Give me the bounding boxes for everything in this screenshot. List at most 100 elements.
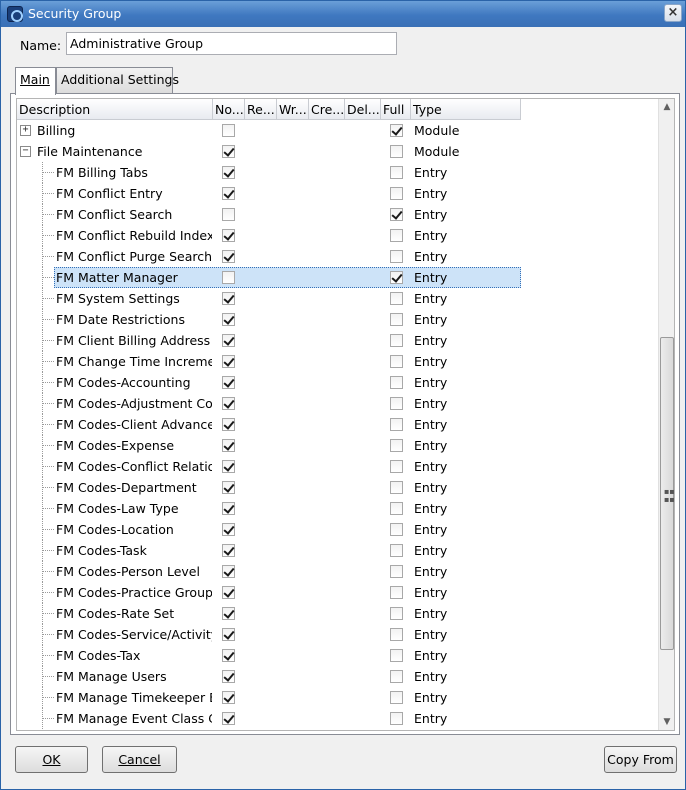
table-row[interactable]: FM Codes-Expense Entry <box>17 435 660 456</box>
close-icon[interactable]: × <box>664 4 682 22</box>
col-write-header[interactable]: Wr... <box>277 99 309 120</box>
full-access-checkbox[interactable] <box>390 691 403 704</box>
no-access-checkbox[interactable] <box>222 208 235 221</box>
full-access-checkbox[interactable] <box>390 565 403 578</box>
table-row[interactable]: FM Conflict Search Entry <box>17 204 660 225</box>
tab-additional-settings[interactable]: Additional Settings <box>56 67 179 93</box>
full-access-checkbox[interactable] <box>390 670 403 683</box>
no-access-checkbox[interactable] <box>222 418 235 431</box>
table-row[interactable]: + Billing Module <box>17 120 660 141</box>
full-access-checkbox[interactable] <box>390 502 403 515</box>
table-row[interactable]: FM Conflict Purge Search History Entry <box>17 246 660 267</box>
full-access-checkbox[interactable] <box>390 628 403 641</box>
table-row[interactable]: FM Codes-Task Entry <box>17 540 660 561</box>
vertical-scrollbar[interactable]: ▲ ▪▪ ▪▪ ▼ <box>658 99 674 730</box>
table-row[interactable]: FM Change Time Increment Entry <box>17 351 660 372</box>
no-access-checkbox[interactable] <box>222 544 235 557</box>
no-access-checkbox[interactable] <box>222 250 235 263</box>
no-access-checkbox[interactable] <box>222 628 235 641</box>
full-access-checkbox[interactable] <box>390 586 403 599</box>
col-create-header[interactable]: Cre... <box>309 99 345 120</box>
no-access-checkbox[interactable] <box>222 355 235 368</box>
no-access-checkbox[interactable] <box>222 292 235 305</box>
full-access-checkbox[interactable] <box>390 166 403 179</box>
full-access-checkbox[interactable] <box>390 250 403 263</box>
copy-from-button[interactable]: Copy From <box>604 746 677 773</box>
full-access-checkbox[interactable] <box>390 544 403 557</box>
no-access-checkbox[interactable] <box>222 124 235 137</box>
table-row[interactable]: FM Codes-Client Advance Entry <box>17 414 660 435</box>
full-access-checkbox[interactable] <box>390 523 403 536</box>
table-row[interactable]: FM Conflict Rebuild Index Entry <box>17 225 660 246</box>
table-row[interactable]: FM Manage Event Class Codes Entry <box>17 708 660 729</box>
tab-main[interactable]: Main <box>15 67 56 95</box>
table-row[interactable]: FM Codes-Adjustment Codes Entry <box>17 393 660 414</box>
no-access-checkbox[interactable] <box>222 271 235 284</box>
table-row[interactable]: FM Manage Users Entry <box>17 666 660 687</box>
full-access-checkbox[interactable] <box>390 187 403 200</box>
no-access-checkbox[interactable] <box>222 460 235 473</box>
cancel-button[interactable]: Cancel <box>102 746 177 773</box>
col-description-header[interactable]: Description <box>17 99 213 120</box>
no-access-checkbox[interactable] <box>222 313 235 326</box>
full-access-checkbox[interactable] <box>390 418 403 431</box>
no-access-checkbox[interactable] <box>222 439 235 452</box>
full-access-checkbox[interactable] <box>390 292 403 305</box>
table-row[interactable]: FM Matter Manager Entry <box>17 267 660 288</box>
scroll-thumb[interactable]: ▪▪ ▪▪ <box>660 337 674 650</box>
scroll-up-icon[interactable]: ▲ <box>659 99 674 115</box>
scroll-down-icon[interactable]: ▼ <box>659 714 674 730</box>
full-access-checkbox[interactable] <box>390 712 403 725</box>
expand-icon[interactable]: + <box>20 125 31 136</box>
table-row[interactable]: FM Codes-Rate Set Entry <box>17 603 660 624</box>
table-row[interactable]: FM Codes-Department Entry <box>17 477 660 498</box>
no-access-checkbox[interactable] <box>222 649 235 662</box>
table-row[interactable]: FM Billing Tabs Entry <box>17 162 660 183</box>
table-row[interactable]: FM Codes-Law Type Entry <box>17 498 660 519</box>
table-row[interactable]: FM Conflict Entry Entry <box>17 183 660 204</box>
no-access-checkbox[interactable] <box>222 502 235 515</box>
col-type-header[interactable]: Type <box>411 99 521 120</box>
full-access-checkbox[interactable] <box>390 607 403 620</box>
full-access-checkbox[interactable] <box>390 376 403 389</box>
table-row[interactable]: FM Codes-Location Entry <box>17 519 660 540</box>
full-access-checkbox[interactable] <box>390 313 403 326</box>
full-access-checkbox[interactable] <box>390 649 403 662</box>
full-access-checkbox[interactable] <box>390 334 403 347</box>
no-access-checkbox[interactable] <box>222 166 235 179</box>
full-access-checkbox[interactable] <box>390 145 403 158</box>
no-access-checkbox[interactable] <box>222 607 235 620</box>
no-access-checkbox[interactable] <box>222 712 235 725</box>
full-access-checkbox[interactable] <box>390 271 403 284</box>
table-row[interactable]: − File Maintenance Module <box>17 141 660 162</box>
table-row[interactable]: FM Date Restrictions Entry <box>17 309 660 330</box>
table-row[interactable]: FM Codes-Practice Group Entry <box>17 582 660 603</box>
no-access-checkbox[interactable] <box>222 397 235 410</box>
no-access-checkbox[interactable] <box>222 565 235 578</box>
title-bar[interactable]: Security Group × <box>1 1 685 27</box>
col-full-header[interactable]: Full <box>381 99 411 120</box>
table-row[interactable]: FM Codes-Tax Entry <box>17 645 660 666</box>
col-no-access-header[interactable]: No... <box>213 99 245 120</box>
table-row[interactable]: FM Client Billing Address Entry <box>17 330 660 351</box>
ok-button[interactable]: OK <box>15 746 88 773</box>
no-access-checkbox[interactable] <box>222 229 235 242</box>
no-access-checkbox[interactable] <box>222 670 235 683</box>
table-row[interactable]: FM Codes-Accounting Entry <box>17 372 660 393</box>
table-row[interactable]: FM System Settings Entry <box>17 288 660 309</box>
table-row[interactable]: FM Manage Timekeeper Billing Entry <box>17 687 660 708</box>
table-row[interactable]: FM Codes-Conflict Relationship Entry <box>17 456 660 477</box>
collapse-icon[interactable]: − <box>20 146 31 157</box>
full-access-checkbox[interactable] <box>390 481 403 494</box>
full-access-checkbox[interactable] <box>390 460 403 473</box>
no-access-checkbox[interactable] <box>222 691 235 704</box>
no-access-checkbox[interactable] <box>222 481 235 494</box>
no-access-checkbox[interactable] <box>222 334 235 347</box>
full-access-checkbox[interactable] <box>390 355 403 368</box>
no-access-checkbox[interactable] <box>222 187 235 200</box>
full-access-checkbox[interactable] <box>390 208 403 221</box>
full-access-checkbox[interactable] <box>390 397 403 410</box>
no-access-checkbox[interactable] <box>222 586 235 599</box>
no-access-checkbox[interactable] <box>222 523 235 536</box>
no-access-checkbox[interactable] <box>222 376 235 389</box>
